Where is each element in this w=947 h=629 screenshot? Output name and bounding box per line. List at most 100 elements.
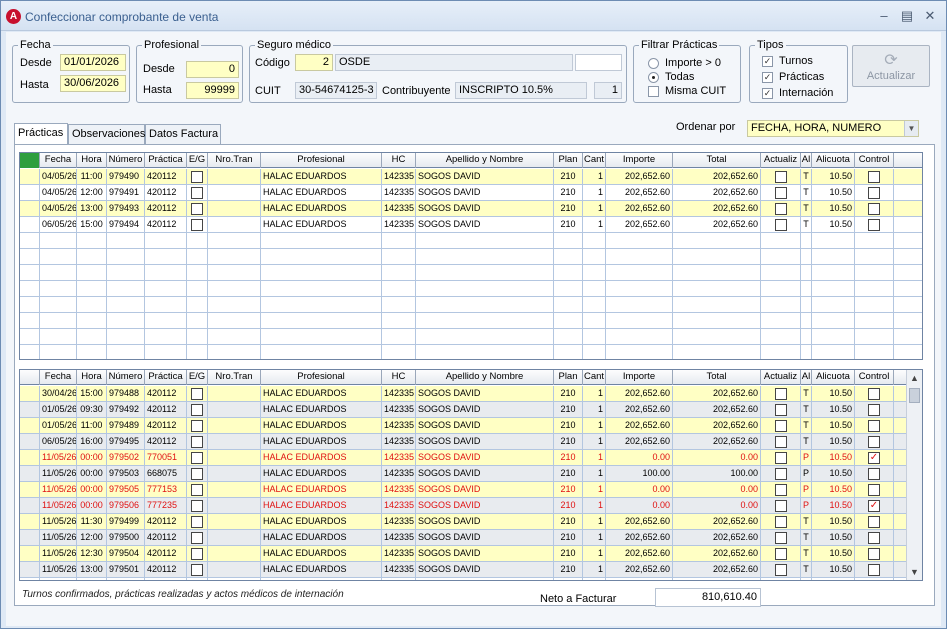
prof-hasta-input[interactable]: 99999 bbox=[186, 82, 239, 99]
column-header-cant[interactable]: Cant bbox=[583, 153, 606, 168]
table-row[interactable]: 04/05/26 11:00 979490 420112 HALAC EDUARDOS 1… bbox=[20, 169, 922, 185]
maximize-icon[interactable]: ▤ bbox=[898, 7, 916, 25]
available-grid[interactable]: Fecha Hora Número Práctica E/G Nro.Tran Profes… bbox=[19, 369, 923, 581]
table-row[interactable]: 01/05/26 09:30 979492 420112 HALAC EDUARDOS 1… bbox=[20, 402, 922, 418]
cell-act[interactable] bbox=[761, 498, 801, 514]
cell-act[interactable] bbox=[761, 466, 801, 482]
cell-eg[interactable] bbox=[187, 217, 208, 233]
row-checkbox[interactable] bbox=[191, 388, 203, 401]
row-indicator[interactable] bbox=[20, 418, 40, 434]
cell-eg[interactable] bbox=[187, 281, 208, 297]
scroll-down-icon[interactable]: ▼ bbox=[907, 564, 922, 580]
row-indicator[interactable] bbox=[20, 233, 40, 249]
scroll-thumb[interactable] bbox=[909, 388, 920, 403]
row-checkbox[interactable] bbox=[774, 187, 787, 200]
cell-eg[interactable] bbox=[187, 498, 208, 514]
row-indicator[interactable] bbox=[20, 530, 40, 546]
cell-control[interactable] bbox=[855, 466, 894, 482]
cell-eg[interactable] bbox=[187, 386, 208, 402]
table-row[interactable]: 11/05/26 13:00 979501 420112 HALAC EDUARDOS 1… bbox=[20, 562, 922, 578]
cell-control[interactable]: ✓ bbox=[855, 498, 894, 514]
row-indicator[interactable] bbox=[20, 562, 40, 578]
column-header-hora[interactable]: Hora bbox=[77, 370, 107, 385]
cell-control[interactable] bbox=[855, 297, 894, 313]
cell-act[interactable] bbox=[761, 233, 801, 249]
prof-desde-input[interactable]: 0 bbox=[186, 61, 239, 78]
row-indicator[interactable] bbox=[20, 281, 40, 297]
table-row[interactable]: 06/05/26 16:00 979495 420112 HALAC EDUARDOS 1… bbox=[20, 434, 922, 450]
cell-control[interactable]: ✓ bbox=[855, 450, 894, 466]
cell-eg[interactable] bbox=[187, 562, 208, 578]
cell-eg[interactable] bbox=[187, 546, 208, 562]
cell-act[interactable] bbox=[761, 402, 801, 418]
cell-eg[interactable] bbox=[187, 329, 208, 345]
row-indicator[interactable] bbox=[20, 345, 40, 359]
cell-eg[interactable] bbox=[187, 530, 208, 546]
cell-control[interactable] bbox=[855, 185, 894, 201]
minimize-icon[interactable]: – bbox=[875, 7, 893, 25]
cell-control[interactable] bbox=[855, 402, 894, 418]
row-checkbox[interactable] bbox=[868, 484, 880, 497]
row-checkbox[interactable] bbox=[868, 564, 880, 577]
column-header-hc[interactable]: HC bbox=[382, 370, 416, 385]
cell-act[interactable] bbox=[761, 546, 801, 562]
ordenar-select[interactable]: FECHA, HORA, NUMERO ▼ bbox=[747, 120, 919, 137]
radio-importe[interactable] bbox=[648, 58, 659, 69]
cell-act[interactable] bbox=[761, 418, 801, 434]
cell-act[interactable] bbox=[761, 450, 801, 466]
row-checkbox[interactable] bbox=[191, 532, 203, 545]
column-header-eg[interactable]: E/G bbox=[187, 370, 208, 385]
row-checkbox[interactable]: ✓ bbox=[868, 452, 880, 465]
cell-control[interactable] bbox=[855, 562, 894, 578]
cell-control[interactable] bbox=[855, 281, 894, 297]
table-row[interactable]: 04/05/26 13:00 979493 420112 HALAC EDUARDOS 1… bbox=[20, 201, 922, 217]
cell-control[interactable] bbox=[855, 514, 894, 530]
row-checkbox[interactable] bbox=[191, 436, 203, 449]
row-checkbox[interactable] bbox=[191, 171, 203, 184]
column-header-control[interactable]: Control bbox=[855, 153, 894, 168]
column-header-plan[interactable]: Plan bbox=[554, 370, 583, 385]
cell-control[interactable] bbox=[855, 386, 894, 402]
cell-act[interactable] bbox=[761, 345, 801, 359]
row-indicator[interactable] bbox=[20, 386, 40, 402]
checkbox-internacion[interactable]: ✓ bbox=[762, 88, 773, 99]
row-checkbox[interactable] bbox=[191, 404, 203, 417]
cell-act[interactable] bbox=[761, 578, 801, 580]
cell-act[interactable] bbox=[761, 201, 801, 217]
tab-observaciones[interactable]: Observaciones bbox=[68, 124, 145, 145]
cell-act[interactable] bbox=[761, 185, 801, 201]
table-row[interactable]: 11/05/26 12:00 979500 420112 HALAC EDUARDOS 1… bbox=[20, 530, 922, 546]
cell-act[interactable] bbox=[761, 329, 801, 345]
row-indicator[interactable] bbox=[20, 466, 40, 482]
column-header-prof[interactable]: Profesional bbox=[261, 153, 382, 168]
cell-act[interactable] bbox=[761, 562, 801, 578]
row-checkbox[interactable] bbox=[868, 171, 880, 184]
checkbox-misma-cuit[interactable] bbox=[648, 86, 659, 97]
column-header-act[interactable]: Actualiz bbox=[761, 370, 801, 385]
row-checkbox[interactable] bbox=[774, 516, 787, 529]
seguro-extra-field[interactable] bbox=[575, 54, 622, 71]
column-header-eg[interactable]: E/G bbox=[187, 153, 208, 168]
row-checkbox[interactable] bbox=[868, 404, 880, 417]
cell-act[interactable] bbox=[761, 265, 801, 281]
row-checkbox[interactable] bbox=[774, 548, 787, 561]
cell-control[interactable] bbox=[855, 482, 894, 498]
cell-control[interactable] bbox=[855, 434, 894, 450]
cell-control[interactable] bbox=[855, 530, 894, 546]
row-checkbox[interactable] bbox=[774, 388, 787, 401]
cell-act[interactable] bbox=[761, 386, 801, 402]
row-checkbox[interactable] bbox=[774, 484, 787, 497]
cell-eg[interactable] bbox=[187, 233, 208, 249]
row-checkbox[interactable] bbox=[868, 532, 880, 545]
cell-act[interactable] bbox=[761, 313, 801, 329]
row-checkbox[interactable] bbox=[774, 203, 787, 216]
cell-control[interactable] bbox=[855, 233, 894, 249]
row-checkbox[interactable] bbox=[868, 436, 880, 449]
table-row[interactable]: 06/05/26 15:00 979494 420112 HALAC EDUARDOS 1… bbox=[20, 217, 922, 233]
row-indicator[interactable] bbox=[20, 185, 40, 201]
cell-act[interactable] bbox=[761, 434, 801, 450]
row-indicator[interactable] bbox=[20, 249, 40, 265]
cell-eg[interactable] bbox=[187, 434, 208, 450]
fecha-desde-input[interactable]: 01/01/2026 bbox=[60, 54, 126, 71]
row-checkbox[interactable] bbox=[774, 171, 787, 184]
